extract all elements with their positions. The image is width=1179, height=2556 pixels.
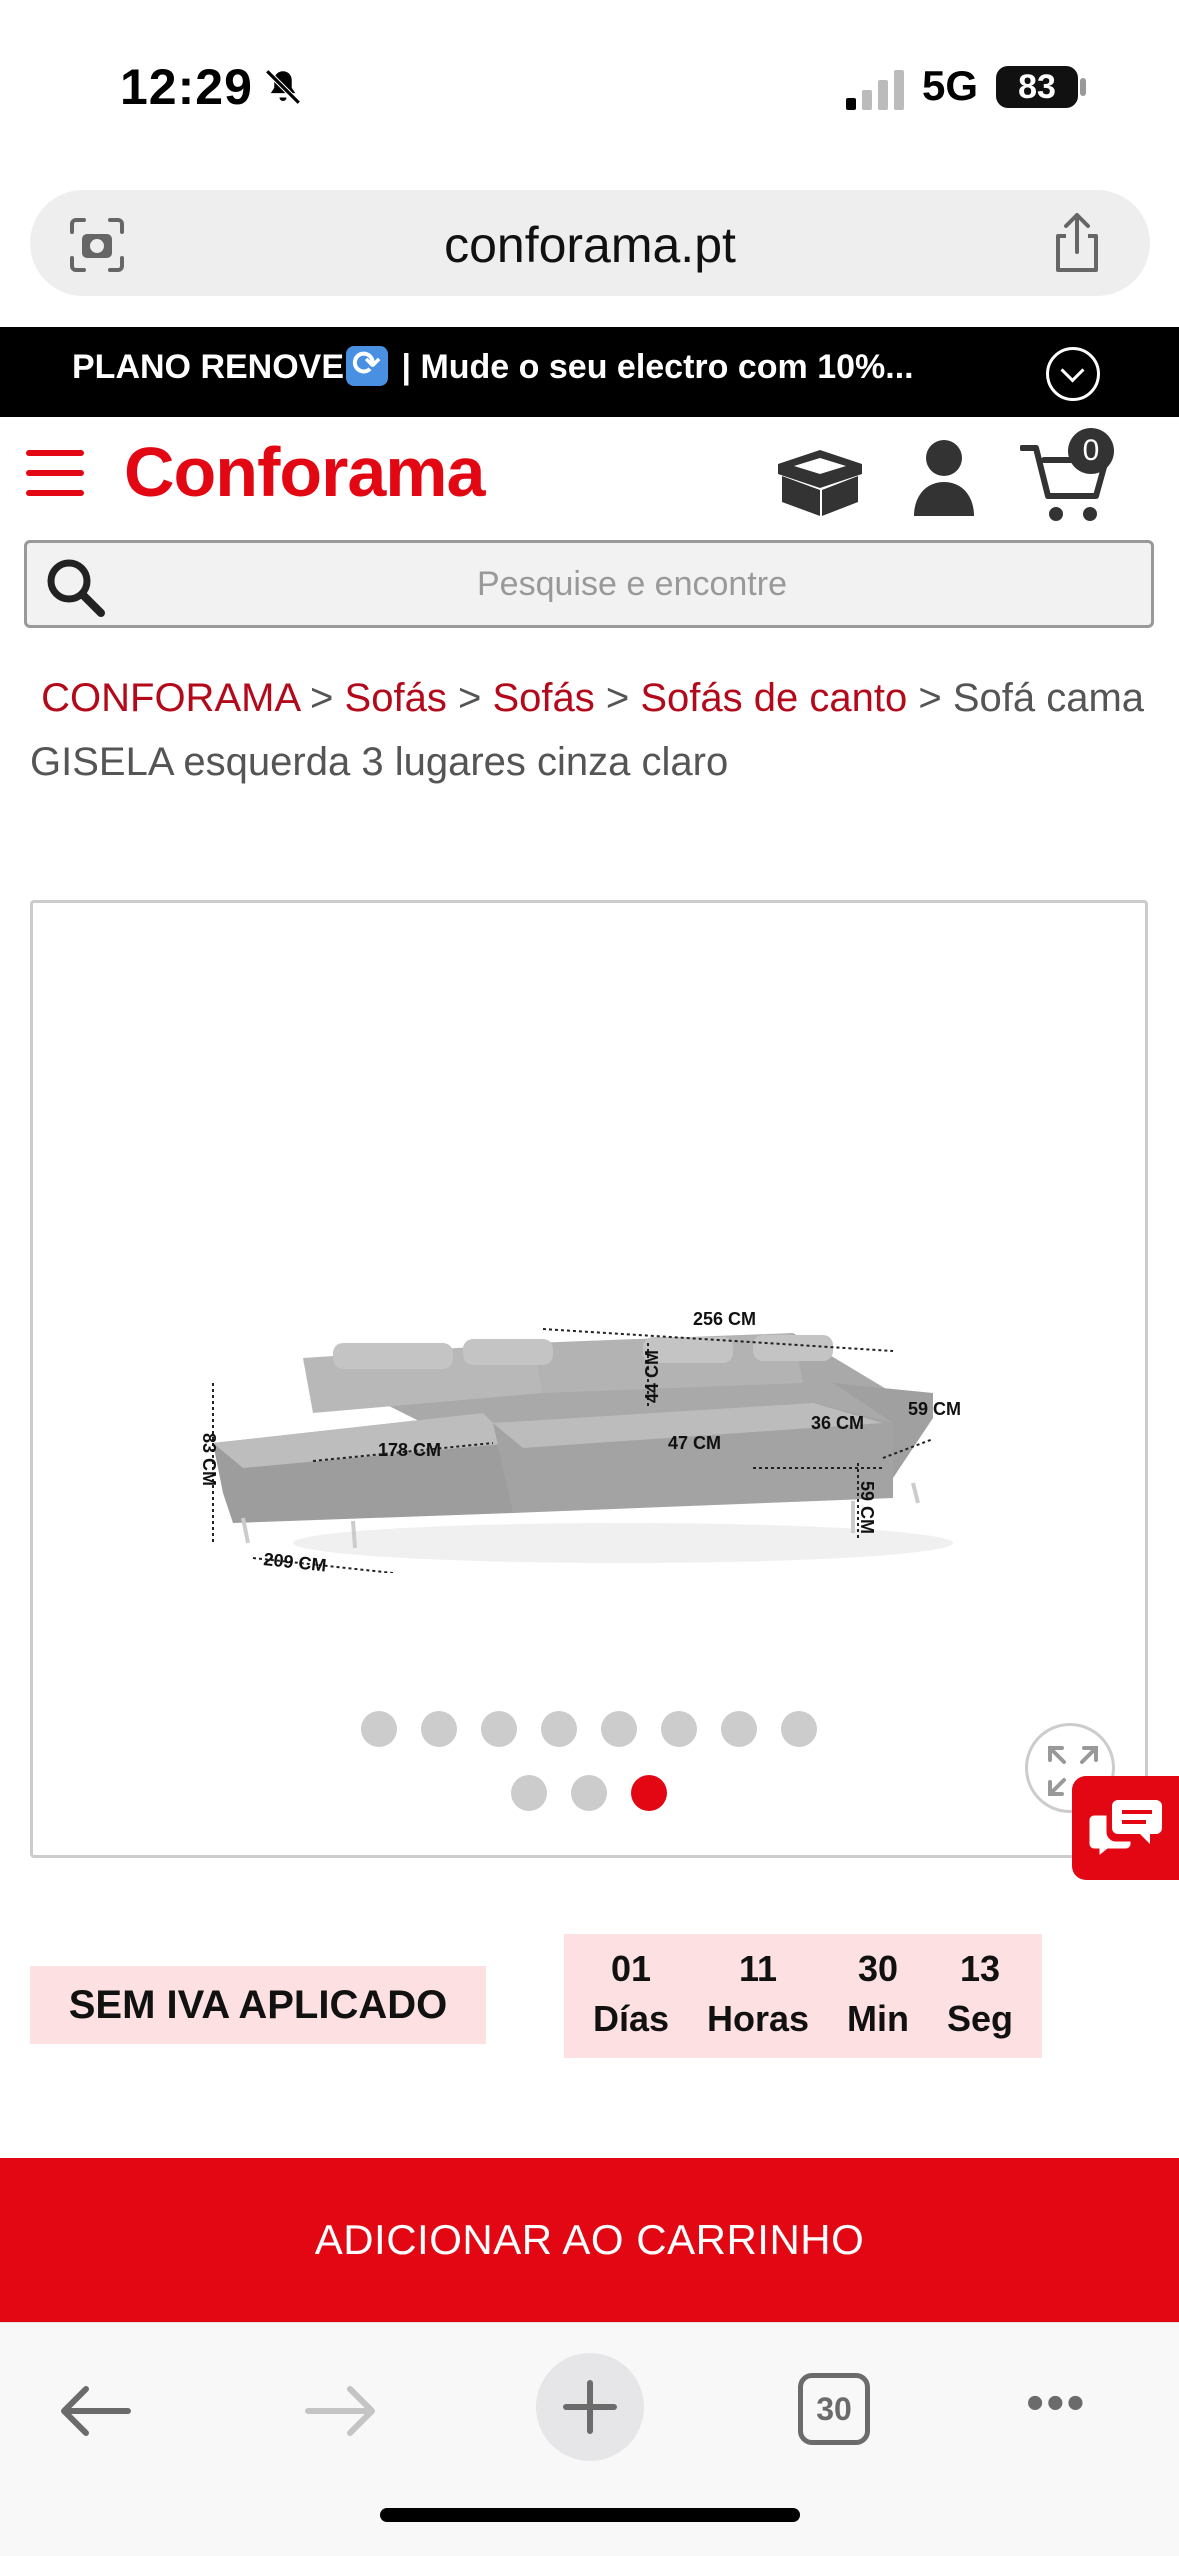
countdown-label: Seg — [946, 1998, 1013, 2039]
dimension-height: 83 CM — [199, 1433, 219, 1486]
breadcrumb-separator: > — [310, 676, 334, 720]
chat-button[interactable] — [1072, 1776, 1179, 1880]
status-bar: 12:29 5G 83 — [0, 0, 1179, 175]
carousel-dots-row-2 — [33, 1775, 1145, 1811]
package-icon[interactable] — [772, 446, 868, 518]
network-type: 5G — [922, 62, 979, 109]
breadcrumb-separator: > — [457, 676, 482, 720]
countdown-value: 01 — [610, 1948, 652, 1989]
new-tab-button[interactable] — [536, 2353, 644, 2461]
chat-icon — [1088, 1800, 1162, 1858]
countdown-value: 30 — [857, 1948, 899, 1989]
dimension-arm-width: 36 CM — [811, 1413, 864, 1433]
tax-badge: SEM IVA APLICADO — [30, 1966, 486, 2044]
promo-text-start: PLANO RENOVE — [72, 348, 345, 386]
status-time: 12:29 — [120, 59, 253, 115]
url-text[interactable]: conforama.pt — [30, 216, 1150, 274]
cart-count-badge: 0 — [1068, 428, 1114, 474]
countdown-minutes: 30 Min — [847, 1934, 909, 2058]
breadcrumb-separator: > — [605, 676, 630, 720]
breadcrumb: CONFORAMA > Sofás > Sofás > Sofás de can… — [30, 666, 1150, 794]
countdown-seconds: 13 Seg — [947, 1934, 1013, 2058]
countdown-value: 11 — [738, 1948, 778, 1989]
countdown-value: 13 — [959, 1948, 1000, 1989]
promo-banner[interactable]: PLANO RENOVE | Mude o seu electro com 10… — [0, 327, 1179, 417]
search-icon[interactable] — [43, 555, 107, 619]
dimension-arm-height: 59 CM — [857, 1481, 877, 1534]
breadcrumb-link-sofas-de-canto[interactable]: Sofás de canto — [640, 676, 907, 720]
breadcrumb-link-sofas-sub[interactable]: Sofás — [492, 676, 594, 720]
carousel-dot[interactable] — [781, 1711, 817, 1747]
countdown-label: Horas — [707, 1998, 810, 2039]
plus-icon — [563, 2380, 617, 2434]
home-indicator — [380, 2508, 800, 2522]
breadcrumb-separator: > — [918, 676, 942, 720]
battery-level: 83 — [1018, 68, 1056, 106]
battery-tip — [1080, 78, 1086, 96]
promo-text-end: | Mude o seu electro com 10%... — [392, 348, 914, 386]
carousel-dot[interactable] — [541, 1711, 577, 1747]
countdown-hours: 11 Horas — [707, 1934, 809, 2058]
countdown-label: Min — [847, 1998, 909, 2039]
conforama-logo[interactable]: Conforama — [124, 432, 485, 512]
signal-icon — [846, 70, 904, 110]
carousel-dot[interactable] — [661, 1711, 697, 1747]
back-arrow-icon[interactable] — [58, 2385, 132, 2437]
user-account-icon[interactable] — [912, 438, 976, 516]
address-bar[interactable]: conforama.pt — [30, 190, 1150, 296]
countdown-label: Días — [592, 1998, 670, 2039]
countdown-days: 01 Días — [593, 1934, 669, 2058]
product-gallery[interactable]: 256 CM 83 CM 44 CM 178 CM 47 CM 36 CM 59… — [30, 900, 1148, 1858]
carousel-dots-row-1 — [33, 1711, 1145, 1747]
carousel-dot[interactable] — [421, 1711, 457, 1747]
search-bar[interactable] — [24, 540, 1154, 628]
share-icon[interactable] — [1048, 212, 1106, 274]
dimension-width-total: 256 CM — [693, 1309, 756, 1329]
site-header: Conforama — [0, 420, 1179, 530]
promo-text: PLANO RENOVE | Mude o seu electro com 10… — [72, 344, 914, 387]
breadcrumb-link-sofas[interactable]: Sofás — [345, 676, 447, 720]
countdown-timer: 01 Días 11 Horas 30 Min 13 Seg — [564, 1934, 1042, 2058]
carousel-dot-active[interactable] — [631, 1775, 667, 1811]
forward-arrow-icon[interactable] — [304, 2385, 378, 2437]
carousel-dot[interactable] — [361, 1711, 397, 1747]
carousel-dot[interactable] — [481, 1711, 517, 1747]
add-to-cart-button[interactable]: ADICIONAR AO CARRINHO — [0, 2158, 1179, 2322]
carousel-dot[interactable] — [721, 1711, 757, 1747]
more-options-icon[interactable]: ••• — [1026, 2377, 1098, 2433]
carousel-dot[interactable] — [571, 1775, 607, 1811]
dimension-chaise-width: 209 CM — [263, 1549, 328, 1573]
dimension-back-height: 44 CM — [642, 1350, 662, 1403]
battery-icon: 83 — [996, 66, 1078, 108]
search-input[interactable] — [127, 543, 1137, 625]
dimension-seat-depth: 47 CM — [668, 1433, 721, 1453]
bell-muted-icon — [265, 69, 301, 105]
product-image-sofa[interactable]: 256 CM 83 CM 44 CM 178 CM 47 CM 36 CM 59… — [193, 1243, 1013, 1573]
dimension-chaise-length: 178 CM — [378, 1440, 441, 1460]
refresh-emoji-icon — [346, 344, 389, 387]
tabs-count-button[interactable]: 30 — [798, 2373, 870, 2445]
carousel-dot[interactable] — [601, 1711, 637, 1747]
breadcrumb-link-conforama[interactable]: CONFORAMA — [41, 676, 299, 720]
menu-icon[interactable] — [26, 450, 84, 500]
carousel-dot[interactable] — [511, 1775, 547, 1811]
chevron-down-icon[interactable] — [1046, 347, 1100, 401]
dimension-side-depth: 59 CM — [908, 1399, 961, 1419]
